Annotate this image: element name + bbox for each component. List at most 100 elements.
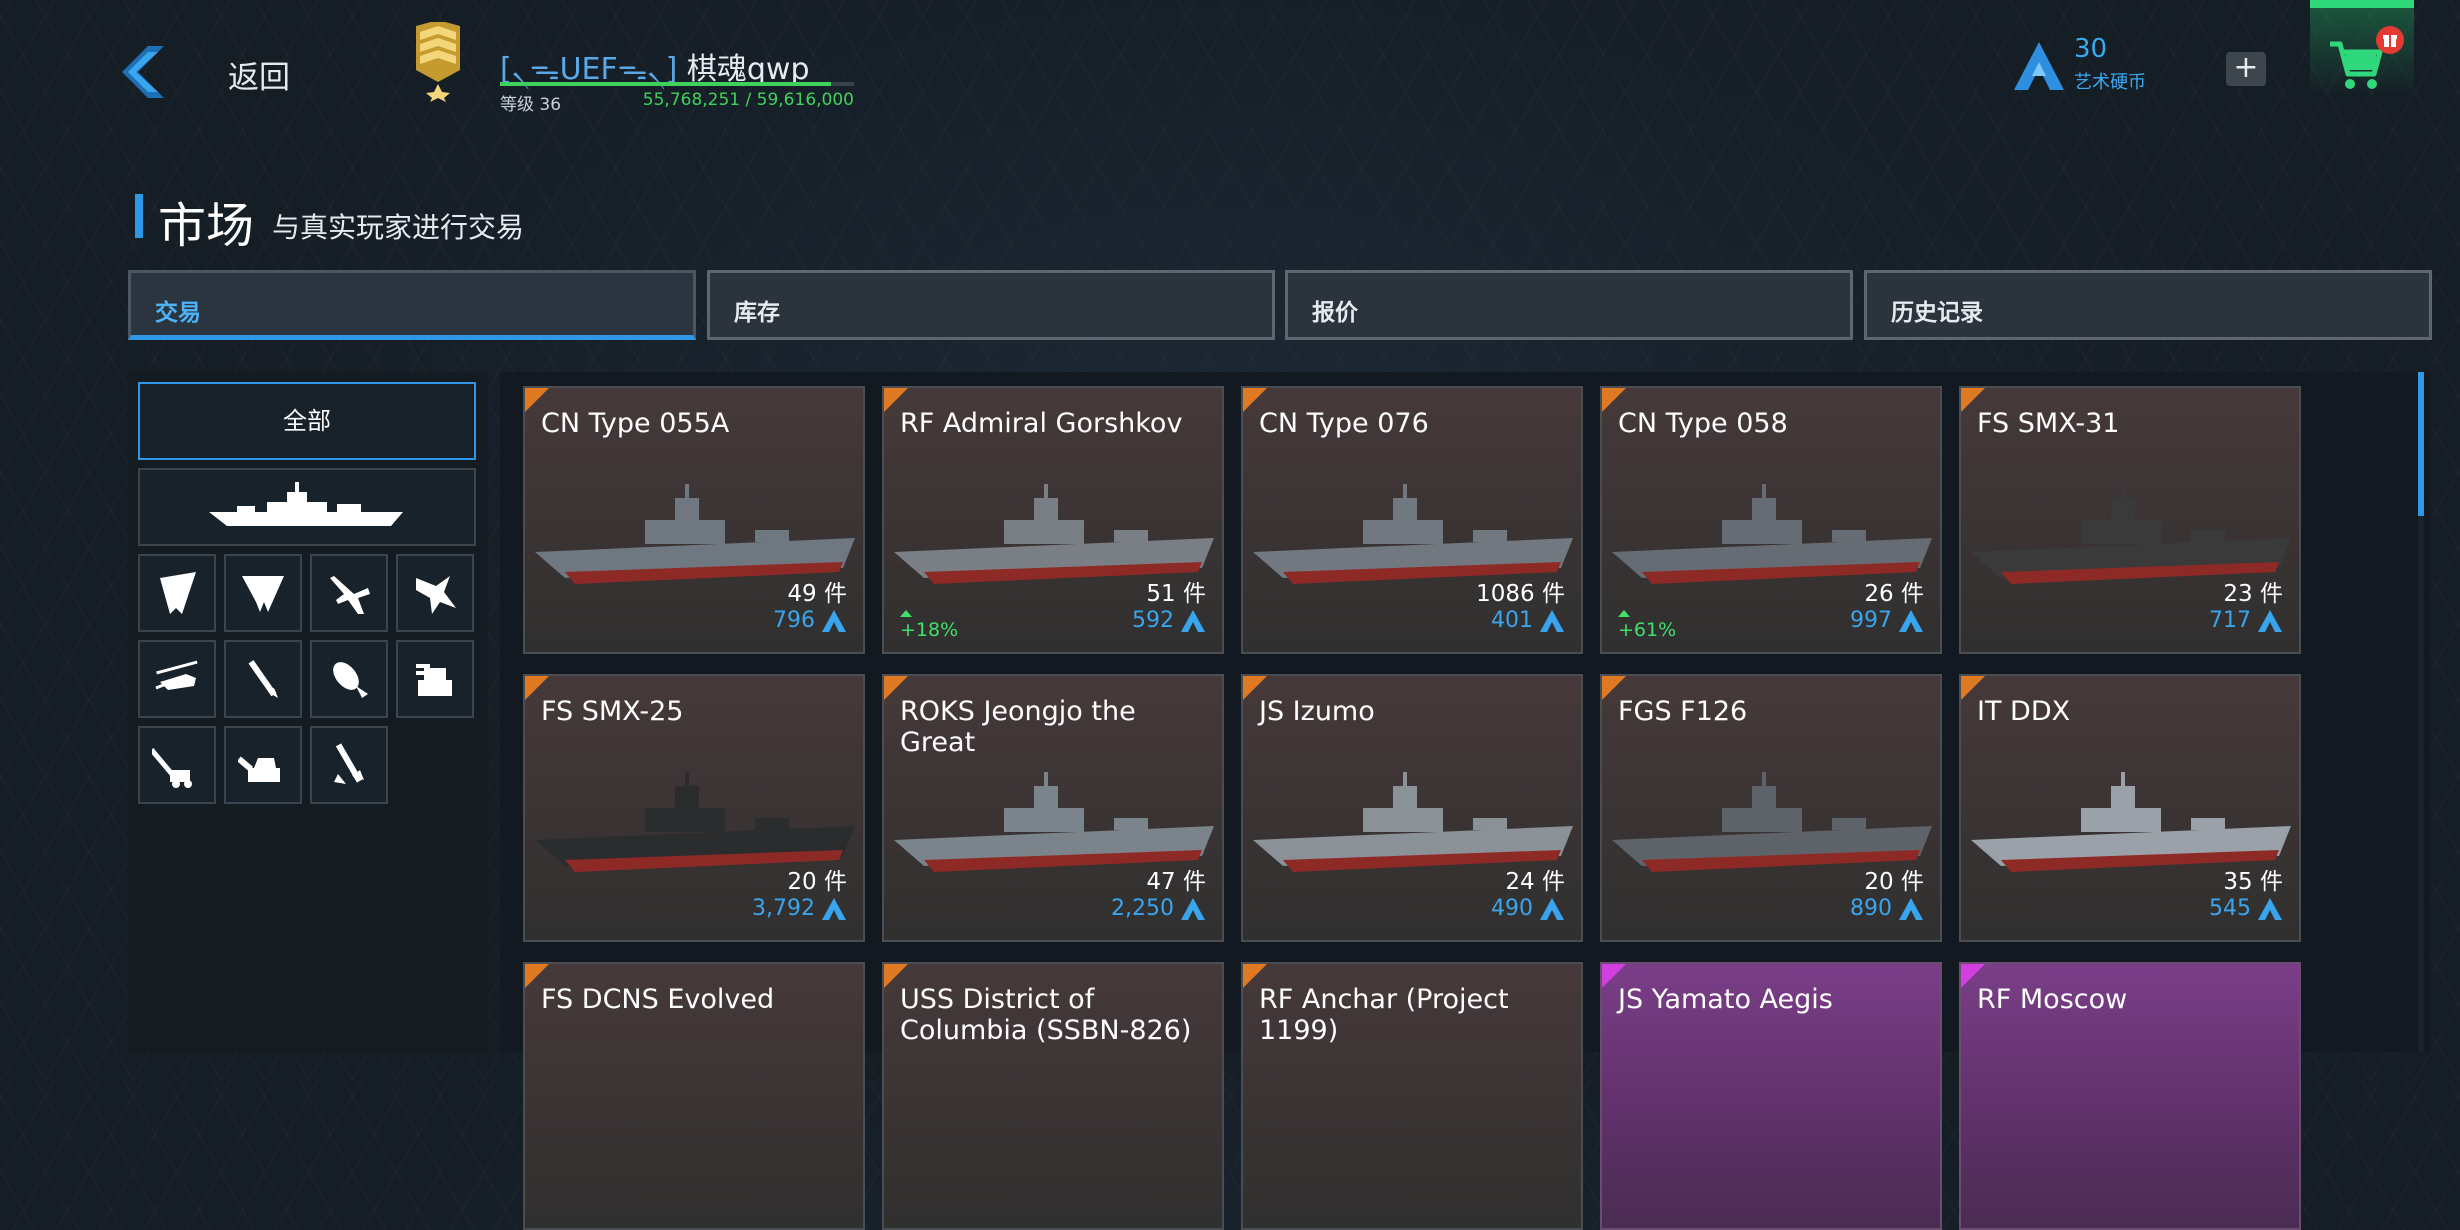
market-item-card[interactable]: RF Admiral Gorshkov 51 件 592 +18% xyxy=(882,386,1224,654)
art-coin-icon xyxy=(2258,609,2282,632)
art-coin-icon xyxy=(1181,609,1205,632)
item-count: 47 件 xyxy=(1146,869,1206,895)
item-count: 1086 件 xyxy=(1476,581,1565,607)
stealth-bomber-icon xyxy=(242,576,284,612)
filter-ships-button[interactable] xyxy=(138,468,476,546)
market-item-card[interactable]: ROKS Jeongjo the Great 47 件 2,250 xyxy=(882,674,1224,942)
filter-all-button[interactable]: 全部 xyxy=(138,382,476,460)
filter-gun-turret-button[interactable] xyxy=(224,726,302,804)
art-coin-icon xyxy=(1899,897,1923,920)
market-item-card[interactable]: FS SMX-31 23 件 717 xyxy=(1959,386,2301,654)
tab-history[interactable]: 历史记录 xyxy=(1864,270,2432,340)
art-coin-icon xyxy=(2258,897,2282,920)
warship-icon xyxy=(209,482,403,526)
market-item-card[interactable]: FS DCNS Evolved xyxy=(523,962,865,1230)
art-coin-icon xyxy=(1899,609,1923,632)
filter-missile-button[interactable] xyxy=(224,640,302,718)
market-item-card[interactable]: RF Anchar (Project 1199) xyxy=(1241,962,1583,1230)
player-name[interactable]: [৲ᯓUEFᯓ৲] 棋魂qwp xyxy=(500,44,810,96)
item-name: CN Type 058 xyxy=(1618,408,1788,439)
market-item-card[interactable]: FGS F126 20 件 890 xyxy=(1600,674,1942,942)
item-count: 20 件 xyxy=(787,869,847,895)
xp-value: 55,768,251 / 59,616,000 xyxy=(642,90,854,110)
art-coin-icon xyxy=(1540,609,1564,632)
market-item-card[interactable]: JS Izumo 24 件 490 xyxy=(1241,674,1583,942)
filter-bomb-button[interactable] xyxy=(310,640,388,718)
filter-bomber-button[interactable] xyxy=(138,554,216,632)
item-price-value: 401 xyxy=(1491,608,1533,633)
item-price: 401 xyxy=(1491,608,1565,633)
item-price: 490 xyxy=(1491,896,1565,921)
art-coin-label: 艺术硬币 xyxy=(2074,72,2146,93)
item-name: FS SMX-25 xyxy=(541,696,684,727)
item-name: RF Admiral Gorshkov xyxy=(900,408,1183,439)
filter-turret-button[interactable] xyxy=(396,640,474,718)
filter-artillery-button[interactable] xyxy=(138,726,216,804)
tab-trade-label: 交易 xyxy=(155,300,201,326)
player-level: 等级 36 xyxy=(500,95,562,115)
item-name: CN Type 055A xyxy=(541,408,730,439)
xp-progress-fill xyxy=(500,82,831,86)
flying-wing-bomber-icon xyxy=(160,572,196,614)
item-price-value: 490 xyxy=(1491,896,1533,921)
art-coin-count: 30 xyxy=(2074,34,2108,64)
artillery-icon xyxy=(152,748,192,788)
art-coin-icon xyxy=(1540,897,1564,920)
page-title: 市场 xyxy=(158,198,255,254)
item-count: 20 件 xyxy=(1864,869,1924,895)
back-arrow-icon xyxy=(122,46,164,98)
tab-offers[interactable]: 报价 xyxy=(1285,270,1853,340)
tab-offers-label: 报价 xyxy=(1312,300,1358,326)
filter-stealth-bomber-button[interactable] xyxy=(224,554,302,632)
back-button[interactable] xyxy=(112,38,172,106)
item-count: 51 件 xyxy=(1146,581,1206,607)
add-coins-button[interactable]: + xyxy=(2226,52,2266,86)
item-name: JS Yamato Aegis xyxy=(1618,984,1833,1015)
tab-trade[interactable]: 交易 xyxy=(128,270,696,340)
art-coin-icon xyxy=(1181,897,1205,920)
market-item-card[interactable]: IT DDX 35 件 545 xyxy=(1959,674,2301,942)
market-item-card[interactable]: RF Moscow xyxy=(1959,962,2301,1230)
xp-progress-bar xyxy=(500,82,854,86)
price-change-up: +18% xyxy=(900,610,958,641)
market-item-card[interactable]: USS District of Columbia (SSBN-826) xyxy=(882,962,1224,1230)
market-item-card[interactable]: FS SMX-25 20 件 3,792 xyxy=(523,674,865,942)
turret-icon xyxy=(416,664,452,696)
item-price: 890 xyxy=(1850,896,1924,921)
item-name: FS SMX-31 xyxy=(1977,408,2120,439)
filter-stealth-fighter-button[interactable] xyxy=(396,554,474,632)
filter-fighter-button[interactable] xyxy=(310,554,388,632)
rank-insignia-icon xyxy=(408,20,468,102)
gift-badge-icon xyxy=(2376,26,2404,54)
market-item-card[interactable]: CN Type 058 26 件 997 +61% xyxy=(1600,386,1942,654)
art-coin-icon xyxy=(822,897,846,920)
item-name: IT DDX xyxy=(1977,696,2071,727)
item-count: 23 件 xyxy=(2223,581,2283,607)
price-change-up: +61% xyxy=(1618,610,1676,641)
grid-scrollbar-thumb[interactable] xyxy=(2418,372,2424,516)
shop-highlight-bar xyxy=(2310,0,2414,8)
item-price-value: 890 xyxy=(1850,896,1892,921)
filter-rocket-button[interactable] xyxy=(310,726,388,804)
tab-history-label: 历史记录 xyxy=(1891,300,1983,326)
item-price-value: 2,250 xyxy=(1111,896,1174,921)
item-price: 796 xyxy=(773,608,847,633)
gun-turret-icon xyxy=(238,756,280,782)
market-item-card[interactable]: CN Type 076 1086 件 401 xyxy=(1241,386,1583,654)
item-count: 49 件 xyxy=(787,581,847,607)
item-name: JS Izumo xyxy=(1259,696,1375,727)
item-name: FS DCNS Evolved xyxy=(541,984,775,1015)
market-item-card[interactable]: JS Yamato Aegis xyxy=(1600,962,1942,1230)
item-price: 3,792 xyxy=(752,896,847,921)
stealth-fighter-icon xyxy=(416,576,456,614)
tab-inventory[interactable]: 库存 xyxy=(707,270,1275,340)
item-price: 997 xyxy=(1850,608,1924,633)
market-item-card[interactable]: CN Type 055A 49 件 796 xyxy=(523,386,865,654)
helicopter-icon xyxy=(155,660,198,690)
item-price: 592 xyxy=(1132,608,1206,633)
item-price-value: 796 xyxy=(773,608,815,633)
item-price-value: 592 xyxy=(1132,608,1174,633)
back-label[interactable]: 返回 xyxy=(228,52,290,97)
filter-helicopter-button[interactable] xyxy=(138,640,216,718)
bomb-icon xyxy=(333,662,368,698)
